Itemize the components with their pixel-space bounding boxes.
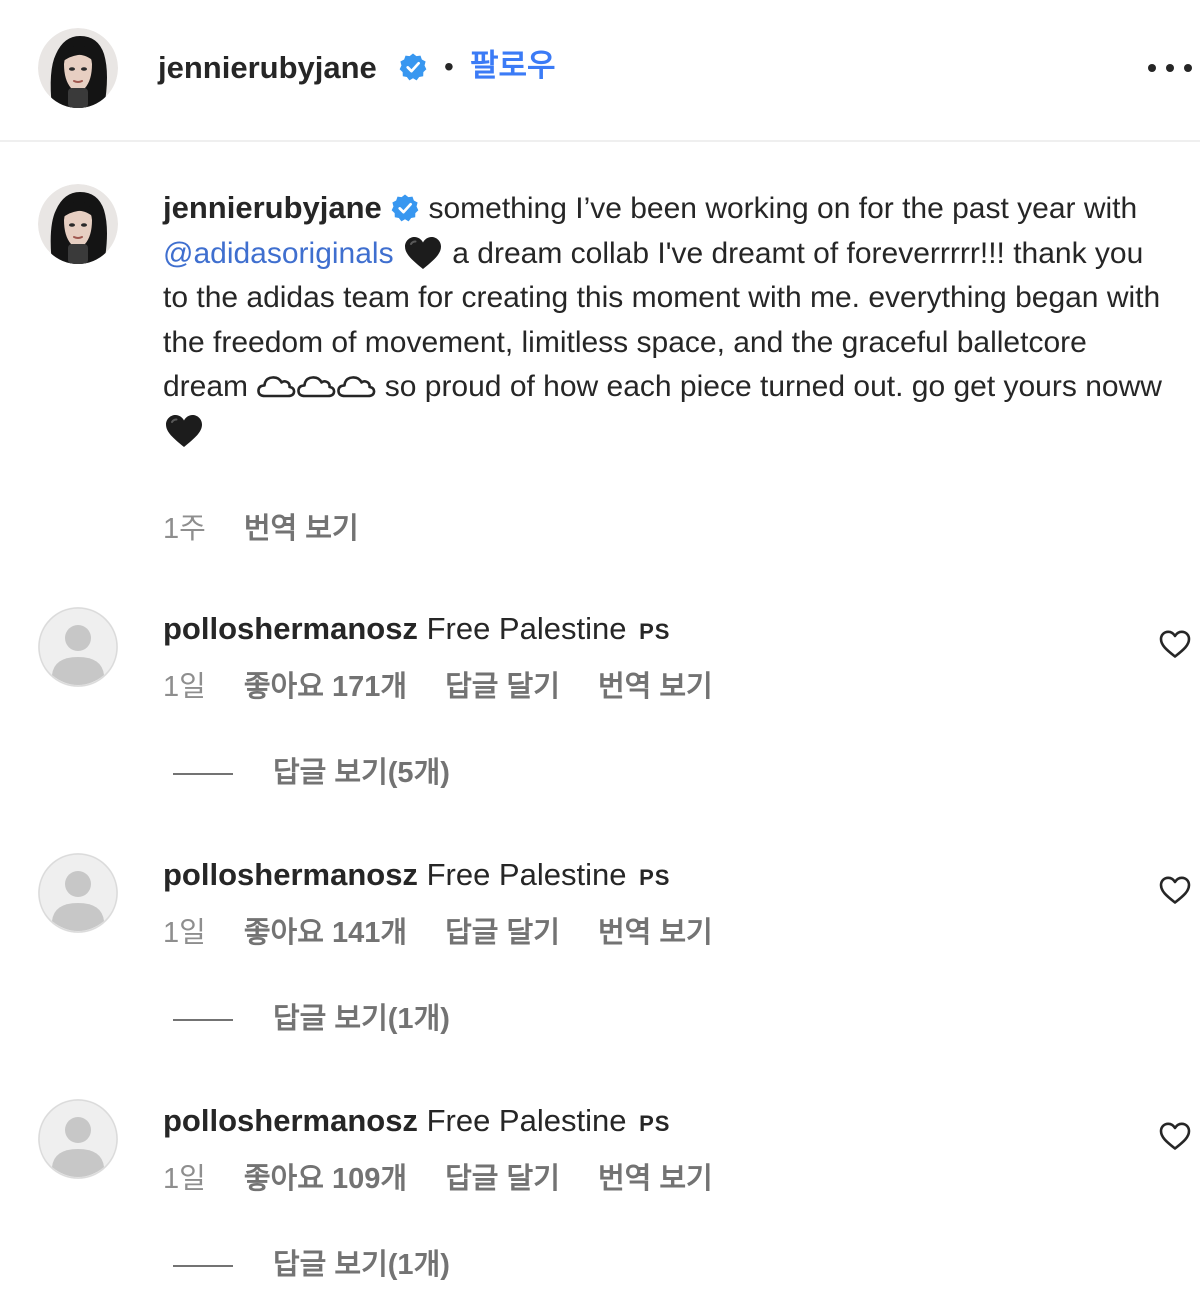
palestine-flag-emoji: PS — [639, 865, 671, 890]
translate-button[interactable]: 번역 보기 — [598, 669, 713, 705]
view-replies-label: 답글 보기(1개) — [273, 1003, 450, 1035]
comment-meta: 1일 좋아요 171개 답글 달기 번역 보기 — [163, 669, 743, 705]
caption-text-part-1: something I’ve been working on for the p… — [428, 192, 1138, 225]
black-heart-emoji-icon — [163, 413, 205, 449]
cloud-emoji-icon — [256, 373, 296, 399]
comment-text: Free Palestine — [426, 611, 627, 646]
commenter-avatar[interactable] — [38, 607, 118, 687]
comment-likes[interactable]: 좋아요 171개 — [244, 669, 407, 705]
dot-icon — [1184, 64, 1192, 72]
view-replies-label: 답글 보기(1개) — [273, 1249, 450, 1281]
comment-meta: 1일 좋아요 109개 답글 달기 번역 보기 — [163, 1161, 743, 1197]
comment-line: polloshermanosz Free Palestine PS — [163, 855, 670, 898]
comment-line: polloshermanosz Free Palestine PS — [163, 1101, 670, 1144]
reply-button[interactable]: 답글 달기 — [445, 1161, 560, 1197]
comment-time[interactable]: 1일 — [163, 1161, 206, 1197]
commenter-username[interactable]: polloshermanosz — [163, 611, 418, 646]
replies-divider — [173, 1019, 233, 1022]
separator-dot: • — [444, 51, 454, 82]
profile-photo-icon — [38, 28, 118, 108]
follow-button[interactable]: 팔로우 — [470, 46, 556, 86]
commenter-avatar[interactable] — [38, 853, 118, 933]
view-replies-button[interactable]: 답글 보기(5개) — [173, 755, 450, 791]
cloud-emoji-icon — [296, 373, 336, 399]
more-options-icon[interactable] — [1148, 50, 1192, 86]
like-heart-icon[interactable] — [1158, 875, 1192, 905]
view-replies-button[interactable]: 답글 보기(1개) — [173, 1247, 450, 1283]
caption-text: jennierubyjane something I’ve been worki… — [163, 186, 1163, 454]
comment-text: Free Palestine — [426, 857, 627, 892]
default-avatar-icon — [38, 607, 118, 687]
like-heart-icon[interactable] — [1158, 629, 1192, 659]
default-avatar-icon — [38, 853, 118, 933]
author-username[interactable]: jennierubyjane — [158, 48, 377, 88]
cloud-emoji-icon — [336, 373, 376, 399]
comment-time[interactable]: 1일 — [163, 915, 206, 951]
comment: polloshermanosz Free Palestine PS 1일 좋아요… — [0, 607, 1200, 853]
comment-likes[interactable]: 좋아요 109개 — [244, 1161, 407, 1197]
comment-line: polloshermanosz Free Palestine PS — [163, 609, 670, 652]
dot-icon — [1148, 64, 1156, 72]
replies-divider — [173, 773, 233, 776]
caption-time[interactable]: 1주 — [163, 511, 206, 547]
default-avatar-icon — [38, 1099, 118, 1179]
profile-photo-icon — [38, 184, 118, 264]
caption-meta: 1주 번역 보기 — [163, 511, 389, 547]
caption-text-part-3: so proud of how each piece turned out. g… — [384, 370, 1162, 403]
reply-button[interactable]: 답글 달기 — [445, 915, 560, 951]
comment: polloshermanosz Free Palestine PS 1일 좋아요… — [0, 1099, 1200, 1301]
translate-button[interactable]: 번역 보기 — [598, 915, 713, 951]
dot-icon — [1166, 64, 1174, 72]
black-heart-emoji-icon — [402, 235, 444, 271]
commenter-username[interactable]: polloshermanosz — [163, 857, 418, 892]
mention-link[interactable]: @adidasoriginals — [163, 237, 394, 270]
comment-likes[interactable]: 좋아요 141개 — [244, 915, 407, 951]
commenter-avatar[interactable] — [38, 1099, 118, 1179]
translate-button[interactable]: 번역 보기 — [598, 1161, 713, 1197]
post-caption: jennierubyjane something I’ve been worki… — [0, 142, 1200, 562]
translate-button[interactable]: 번역 보기 — [244, 511, 359, 547]
reply-button[interactable]: 답글 달기 — [445, 669, 560, 705]
palestine-flag-emoji: PS — [639, 1111, 671, 1136]
post-header: jennierubyjane • 팔로우 — [0, 0, 1200, 142]
caption-username[interactable]: jennierubyjane — [163, 190, 382, 225]
verified-badge-icon — [398, 52, 428, 82]
palestine-flag-emoji: PS — [639, 619, 671, 644]
view-replies-label: 답글 보기(5개) — [273, 757, 450, 789]
verified-badge-icon — [390, 193, 420, 223]
caption-author-avatar[interactable] — [38, 184, 118, 264]
commenter-username[interactable]: polloshermanosz — [163, 1103, 418, 1138]
like-heart-icon[interactable] — [1158, 1121, 1192, 1151]
comment-text: Free Palestine — [426, 1103, 627, 1138]
replies-divider — [173, 1265, 233, 1268]
view-replies-button[interactable]: 답글 보기(1개) — [173, 1001, 450, 1037]
comment-time[interactable]: 1일 — [163, 669, 206, 705]
author-avatar[interactable] — [38, 28, 118, 108]
comment: polloshermanosz Free Palestine PS 1일 좋아요… — [0, 853, 1200, 1099]
comment-meta: 1일 좋아요 141개 답글 달기 번역 보기 — [163, 915, 743, 951]
